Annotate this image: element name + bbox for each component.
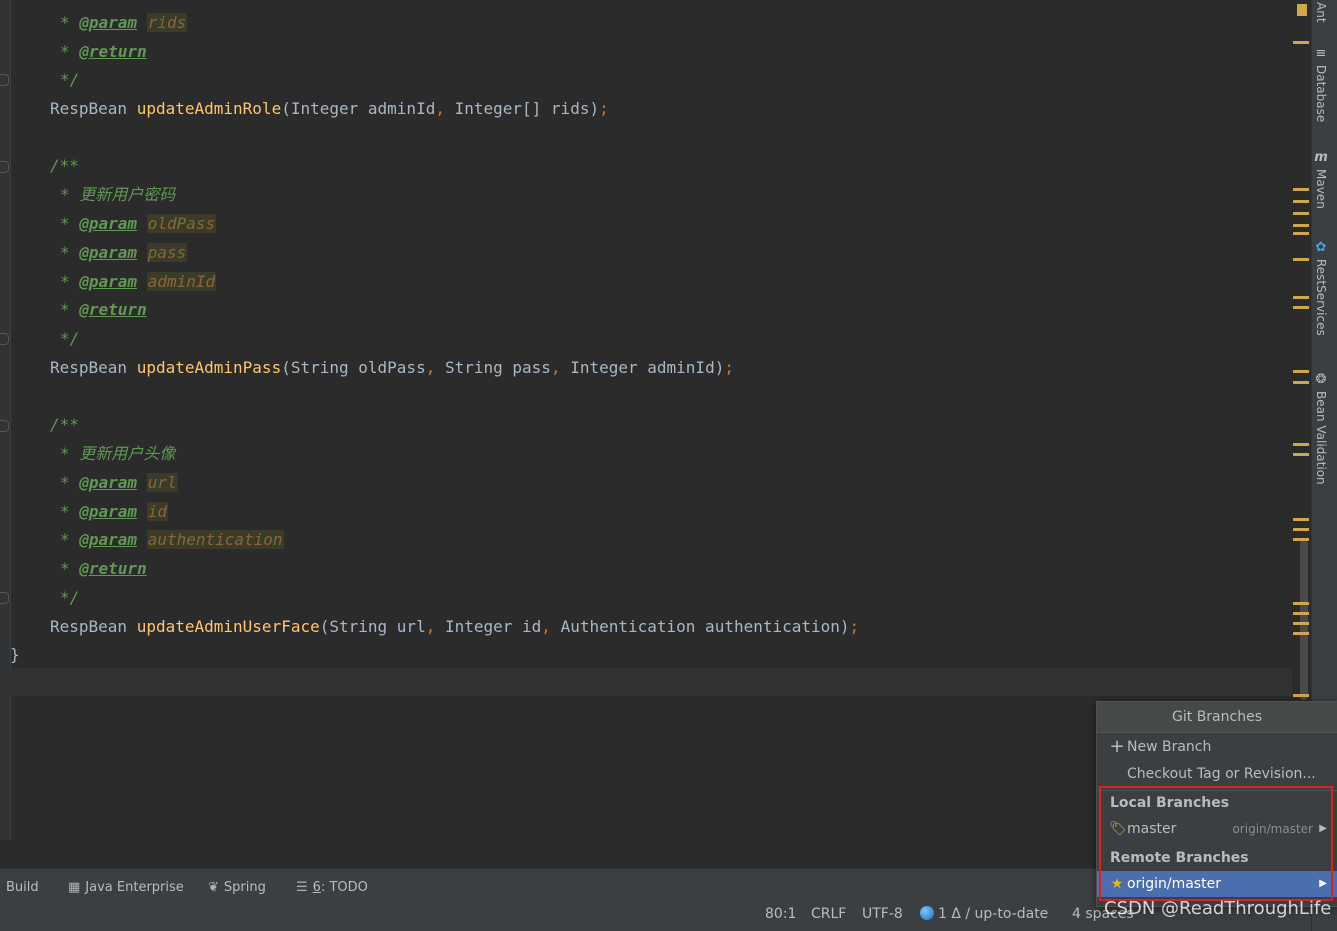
tool-java-enterprise[interactable]: ▦ Java Enterprise <box>68 878 184 898</box>
bean-validation-icon: ❂ <box>1315 372 1327 387</box>
error-stripe-mark[interactable] <box>1293 200 1309 203</box>
vcs-status-label: 1 Δ / up-to-date <box>938 906 1049 922</box>
code-line: RespBean updateAdminRole(Integer adminId… <box>50 99 609 118</box>
code-line: */ <box>60 70 80 89</box>
error-stripe-mark[interactable] <box>1293 224 1309 227</box>
tool-ant[interactable]: Ant <box>1314 2 1328 23</box>
tool-label: Database <box>1314 65 1328 123</box>
error-stripe-mark[interactable] <box>1293 381 1309 384</box>
error-stripe-mark[interactable] <box>1293 41 1309 44</box>
error-stripe-mark[interactable] <box>1293 518 1309 521</box>
code-line: * @return <box>60 300 147 319</box>
globe-icon <box>920 906 934 920</box>
rest-services-icon: ✿ <box>1315 240 1327 255</box>
error-stripe-mark[interactable] <box>1293 258 1309 261</box>
line-separator[interactable]: CRLF <box>811 904 846 924</box>
tool-label: Bean Validation <box>1314 391 1328 485</box>
code-line: * @param oldPass <box>60 214 217 233</box>
code-line: * @param id <box>60 502 168 521</box>
error-stripe-mark[interactable] <box>1293 632 1309 635</box>
error-stripe-mark[interactable] <box>1293 296 1309 299</box>
code-line: * @param url <box>60 473 178 492</box>
new-branch-item[interactable]: + New Branch <box>1097 734 1337 760</box>
tool-label: : TODO <box>320 880 368 895</box>
code-line: } <box>10 645 20 664</box>
error-stripe-mark[interactable] <box>1293 528 1309 531</box>
tool-bean-validation[interactable]: ❂ Bean Validation <box>1314 372 1328 485</box>
error-stripe-mark[interactable] <box>1293 306 1309 309</box>
fold-marker[interactable] <box>0 333 9 345</box>
code-line: */ <box>60 588 80 607</box>
inspection-status-icon[interactable] <box>1297 4 1307 16</box>
java-enterprise-icon: ▦ <box>68 880 81 895</box>
error-stripe-mark[interactable] <box>1293 232 1309 235</box>
checkout-tag-item[interactable]: Checkout Tag or Revision... <box>1097 761 1337 787</box>
error-stripe-mark[interactable] <box>1293 443 1309 446</box>
code-line: * @param adminId <box>60 272 217 291</box>
tool-label: RestServices <box>1314 259 1328 336</box>
annotation-highlight-box <box>1099 786 1333 901</box>
tool-build[interactable]: Build <box>6 878 39 898</box>
tool-label: Ant <box>1314 2 1328 23</box>
error-stripe-mark[interactable] <box>1293 453 1309 456</box>
error-stripe-mark[interactable] <box>1293 188 1309 191</box>
code-line: /** <box>50 415 79 434</box>
fold-marker[interactable] <box>0 74 9 86</box>
error-stripe-mark[interactable] <box>1293 212 1309 215</box>
tool-label: Maven <box>1314 169 1328 209</box>
spring-leaf-icon: ❦ <box>208 880 219 895</box>
code-line: * @return <box>60 42 147 61</box>
database-icon: ≡ <box>1315 46 1327 61</box>
code-line: * 更新用户头像 <box>60 444 176 463</box>
tool-restservices[interactable]: ✿ RestServices <box>1314 240 1328 336</box>
watermark: CSDN @ReadThroughLife <box>1104 898 1332 919</box>
code-line: RespBean updateAdminUserFace(String url,… <box>50 617 860 636</box>
fold-marker[interactable] <box>0 592 9 604</box>
tool-label: Spring <box>223 880 266 895</box>
current-line-highlight <box>10 668 1292 696</box>
code-line: /** <box>50 156 79 175</box>
code-line: * @return <box>60 559 147 578</box>
error-stripe-mark[interactable] <box>1293 694 1309 697</box>
code-line: */ <box>60 329 80 348</box>
scrollbar-thumb[interactable] <box>1300 540 1308 700</box>
tool-label: Build <box>6 880 39 895</box>
code-line: * @param pass <box>60 243 188 262</box>
fold-marker[interactable] <box>0 161 9 173</box>
menu-item-label: New Branch <box>1127 739 1212 755</box>
error-stripe-mark[interactable] <box>1293 602 1309 605</box>
fold-marker[interactable] <box>0 420 9 432</box>
tool-todo[interactable]: ☰ 6: TODO <box>296 878 368 898</box>
tool-spring[interactable]: ❦ Spring <box>208 878 266 898</box>
todo-list-icon: ☰ <box>296 880 308 895</box>
code-line: RespBean updateAdminPass(String oldPass,… <box>50 358 734 377</box>
error-stripe-mark[interactable] <box>1293 370 1309 373</box>
tool-database[interactable]: ≡ Database <box>1314 46 1328 122</box>
plus-icon: + <box>1109 736 1125 757</box>
file-encoding[interactable]: UTF-8 <box>862 904 903 924</box>
caret-position[interactable]: 80:1 <box>765 904 796 924</box>
error-stripe-mark[interactable] <box>1293 538 1309 541</box>
menu-item-label: Checkout Tag or Revision... <box>1127 766 1316 782</box>
vcs-status[interactable]: 1 Δ / up-to-date <box>920 904 1048 924</box>
error-stripe-mark[interactable] <box>1293 612 1309 615</box>
code-line: * @param rids <box>60 13 188 32</box>
popup-title: Git Branches <box>1097 702 1337 733</box>
tool-mnemonic: 6 <box>312 880 321 895</box>
tool-label: Java Enterprise <box>85 880 184 895</box>
code-line: * @param authentication <box>60 530 284 549</box>
error-stripe-mark[interactable] <box>1293 622 1309 625</box>
tool-maven[interactable]: m Maven <box>1314 150 1328 209</box>
code-line: * 更新用户密码 <box>60 185 176 204</box>
maven-icon: m <box>1314 150 1328 165</box>
